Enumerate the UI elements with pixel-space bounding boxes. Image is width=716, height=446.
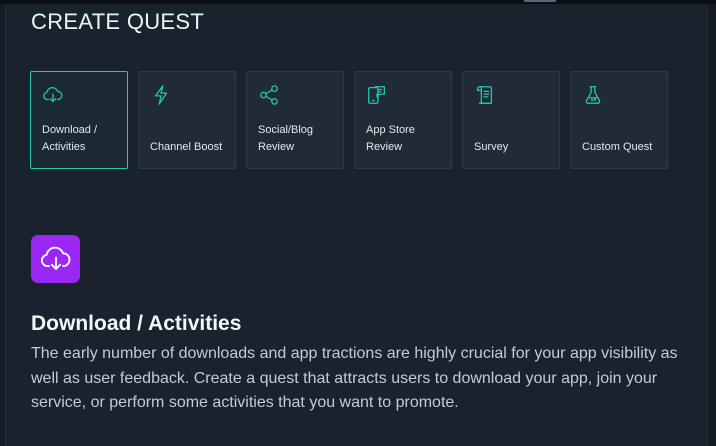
page-title: CREATE QUEST bbox=[31, 9, 205, 34]
quest-detail-title: Download / Activities bbox=[31, 312, 242, 335]
quest-type-label: Channel Boost bbox=[150, 141, 223, 153]
app-review-icon bbox=[366, 84, 388, 106]
share-icon bbox=[258, 84, 280, 106]
cloud-download-icon bbox=[31, 235, 80, 283]
quest-type-survey-card[interactable]: Survey bbox=[462, 71, 560, 169]
flask-icon bbox=[582, 84, 604, 106]
quest-type-label: Social/Blog Review bbox=[258, 124, 314, 153]
quest-type-channel-card[interactable]: Channel Boost bbox=[138, 71, 236, 169]
top-strip-marker bbox=[524, 0, 556, 2]
cloud-download-icon bbox=[42, 84, 64, 106]
quest-type-label: App Store Review bbox=[366, 124, 415, 153]
quest-type-label: Download / Activities bbox=[42, 124, 98, 153]
quest-type-custom-card[interactable]: Custom Quest bbox=[570, 71, 668, 169]
scroll-icon bbox=[474, 84, 496, 106]
create-quest-panel: CREATE QUEST Download / Activities Chann… bbox=[5, 4, 708, 446]
quest-type-appstore-card[interactable]: App Store Review bbox=[354, 71, 452, 169]
quest-type-label: Survey bbox=[474, 141, 509, 153]
quest-type-label: Custom Quest bbox=[582, 141, 653, 153]
quest-type-social-card[interactable]: Social/Blog Review bbox=[246, 71, 344, 169]
lightning-icon bbox=[150, 84, 172, 106]
quest-detail-description: The early number of downloads and app tr… bbox=[31, 345, 678, 411]
quest-type-download-card[interactable]: Download / Activities bbox=[30, 71, 128, 169]
